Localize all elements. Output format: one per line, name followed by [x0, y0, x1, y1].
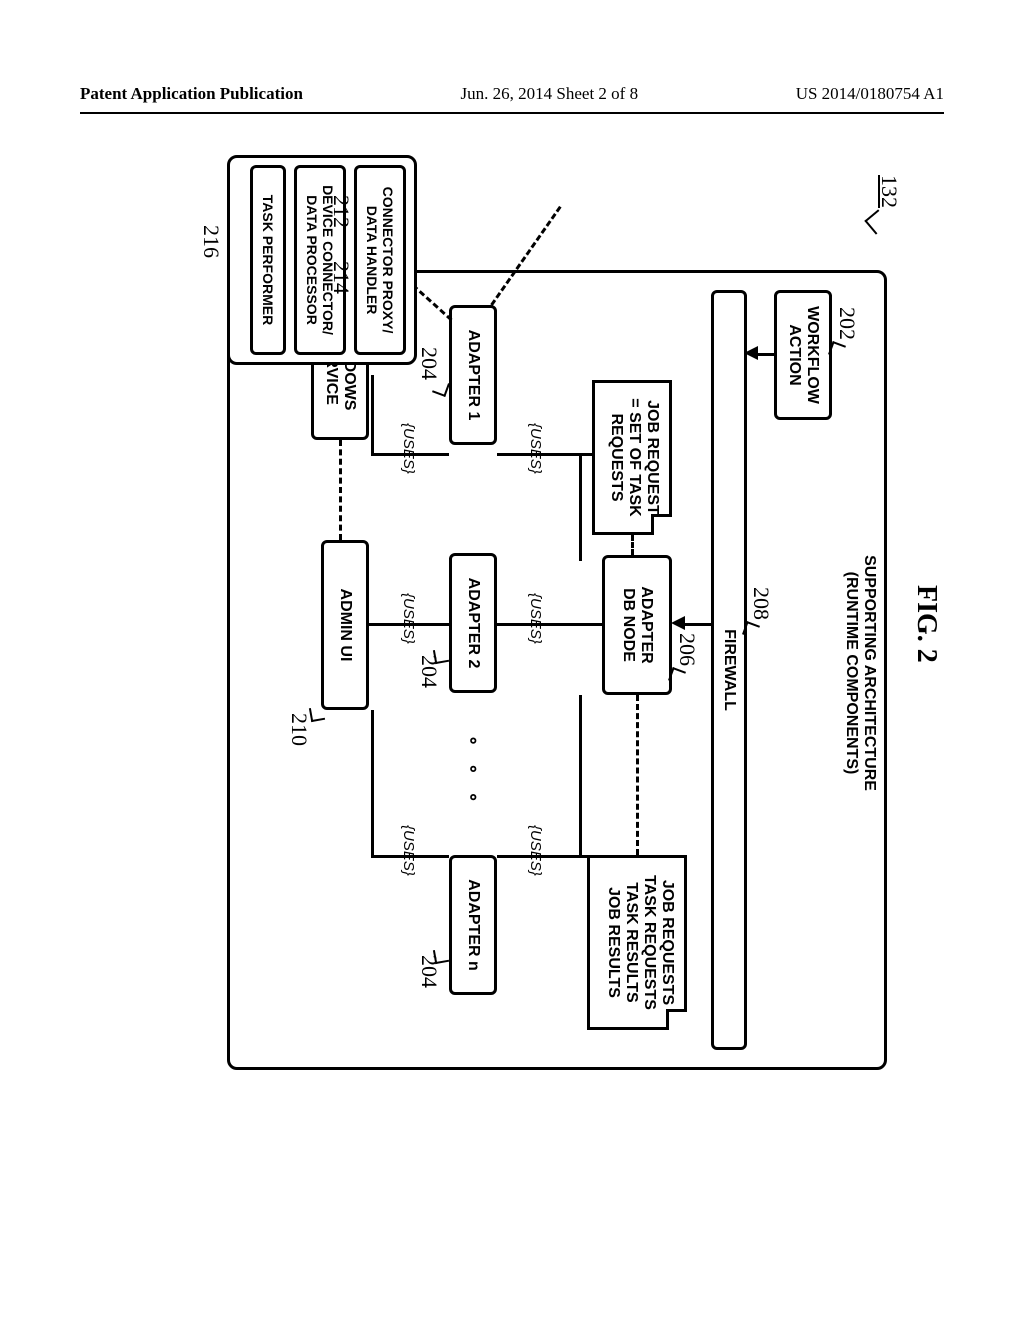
uses-a1-db: {USES} [527, 423, 544, 474]
uses-an-admin: {USES} [400, 825, 417, 876]
note-job-request: JOB REQUEST = SET OF TASK REQUESTS [592, 380, 672, 535]
admin-ui-box: ADMIN UI [321, 540, 369, 710]
leader-204c-icon [433, 948, 449, 964]
conn-a1-ws-h [371, 375, 374, 455]
note2-l3: TASK RESULTS [622, 864, 640, 1021]
arch-title-l2: (RUNTIME COMPONENTS) [842, 543, 860, 803]
ref-212: 212 [328, 195, 354, 228]
detail-l4: DATA PROCESSOR [304, 195, 320, 325]
diagram: FIG. 2 132 SUPPORTING ARCHITECTURE (RUNT… [82, 155, 942, 1075]
conn-ws-admin [339, 440, 342, 540]
uses-a2-admin: {USES} [400, 593, 417, 644]
task-performer-box: TASK PERFORMER [250, 165, 286, 355]
figure-area: FIG. 2 132 SUPPORTING ARCHITECTURE (RUNT… [82, 155, 942, 1075]
detail-l5: TASK PERFORMER [260, 195, 276, 325]
uses-a2-db: {USES} [527, 593, 544, 644]
leader-132-icon [864, 209, 889, 234]
conn-an-db-h [579, 695, 582, 858]
arch-title-l1: SUPPORTING ARCHITECTURE [860, 543, 878, 803]
adapter-1-box: ADAPTER 1 [449, 305, 497, 445]
note1-l1: JOB REQUEST [643, 389, 661, 526]
page-header: Patent Application Publication Jun. 26, … [0, 80, 1024, 114]
adapter-ellipsis: ∘ ∘ ∘ [463, 735, 484, 809]
conn-a1-db-v [497, 453, 592, 456]
arch-title: SUPPORTING ARCHITECTURE (RUNTIME COMPONE… [842, 543, 878, 803]
firewall-box: FIREWALL [711, 290, 747, 1050]
conn-db-note2 [636, 695, 639, 855]
ref-204-a: 204 [416, 347, 442, 380]
ref-216: 216 [198, 225, 224, 258]
adapter-n-box: ADAPTER n [449, 855, 497, 995]
header-date-sheet: Jun. 26, 2014 Sheet 2 of 8 [461, 84, 639, 104]
connector-proxy-box: CONNECTOR PROXY/ DATA HANDLER [354, 165, 406, 355]
ref-202: 202 [834, 307, 860, 340]
device-connector-box: DEVICE CONNECTOR/ DATA PROCESSOR [294, 165, 346, 355]
note2-l1: JOB REQUESTS [658, 864, 676, 1021]
detail-l1: CONNECTOR PROXY/ [380, 187, 396, 334]
header-publication: Patent Application Publication [80, 84, 303, 104]
note1-l3: REQUESTS [607, 389, 625, 526]
leader-210-icon [309, 706, 325, 722]
header-rule [80, 112, 944, 114]
uses-an-db: {USES} [527, 825, 544, 876]
ref-208: 208 [748, 587, 774, 620]
adapter-detail-box: CONNECTOR PROXY/ DATA HANDLER DEVICE CON… [227, 155, 417, 365]
ref-214: 214 [328, 261, 354, 294]
conn-an-admin-h [371, 710, 374, 858]
leader-204b-icon [433, 648, 449, 664]
note-job-task-results: JOB REQUESTS TASK REQUESTS TASK RESULTS … [587, 855, 687, 1030]
arrow-fw-db-icon [671, 616, 685, 630]
workflow-action-box: WORKFLOW ACTION [774, 290, 832, 420]
adapter-2-box: ADAPTER 2 [449, 553, 497, 693]
ref-206: 206 [674, 633, 700, 666]
uses-a1-ws: {USES} [400, 423, 417, 474]
conn-note1-db [631, 535, 634, 555]
arrow-wf-fw-icon [744, 346, 758, 360]
conn-a2-db [497, 623, 602, 626]
adapter-db-node-box: ADAPTER DB NODE [602, 555, 672, 695]
detail-l2: DATA HANDLER [364, 206, 380, 315]
note1-l2: = SET OF TASK [625, 389, 643, 526]
header-pubnum: US 2014/0180754 A1 [796, 84, 944, 104]
note2-l4: JOB RESULTS [604, 864, 622, 1021]
ref-210: 210 [286, 713, 312, 746]
note2-l2: TASK REQUESTS [640, 864, 658, 1021]
conn-wf-fw [756, 353, 774, 356]
page: Patent Application Publication Jun. 26, … [0, 0, 1024, 1320]
conn-a1-db-h [579, 453, 582, 561]
figure-title: FIG. 2 [910, 585, 942, 663]
ref-132: 132 [876, 175, 902, 208]
conn-fw-db [683, 623, 711, 626]
